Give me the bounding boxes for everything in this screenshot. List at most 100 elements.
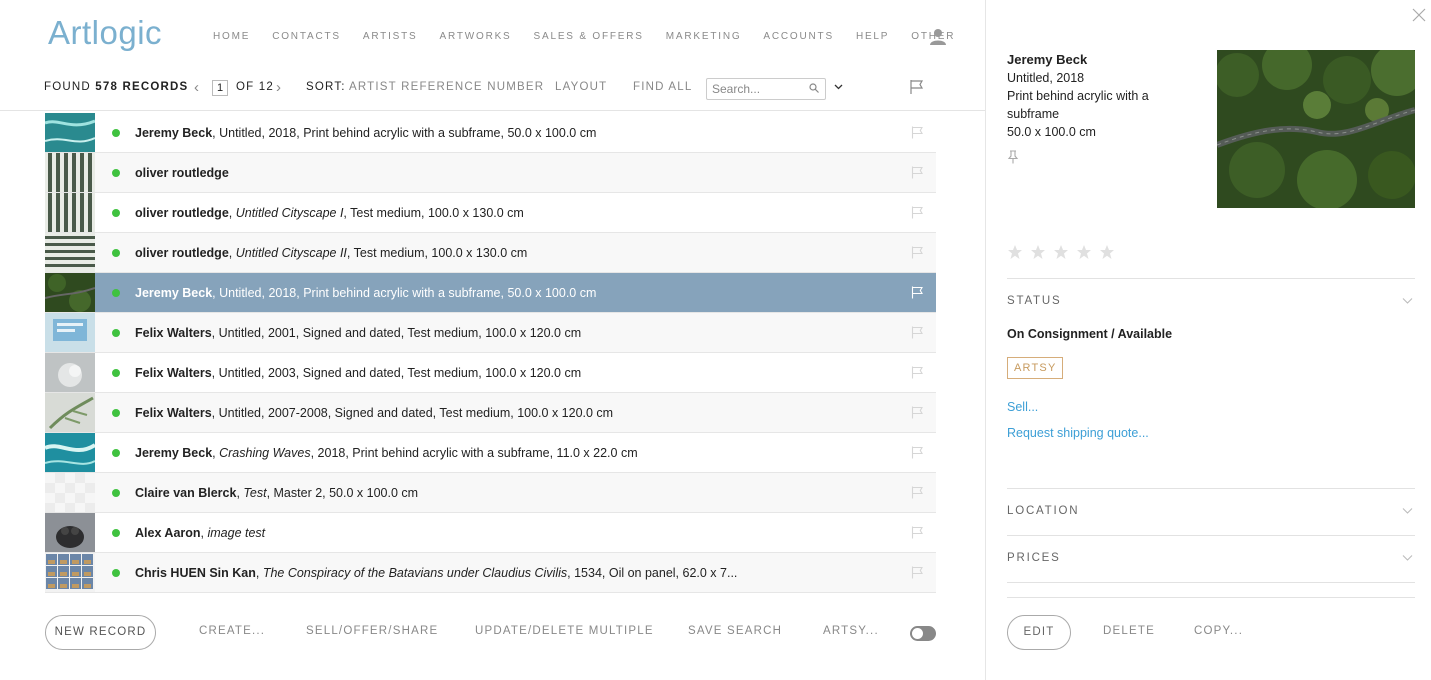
page-input[interactable]: 1 — [212, 80, 228, 96]
star-icon[interactable] — [1099, 244, 1115, 260]
artsy-toggle[interactable] — [910, 626, 936, 641]
status-dot — [112, 448, 120, 457]
search-icon[interactable] — [809, 83, 819, 93]
chevron-down-icon[interactable] — [1402, 554, 1413, 562]
record-thumbnail[interactable] — [45, 273, 95, 312]
record-thumbnail[interactable] — [45, 313, 95, 352]
record-thumbnail[interactable] — [45, 353, 95, 392]
status-dot — [112, 528, 120, 537]
sell-offer-share-button[interactable]: SELL/OFFER/SHARE — [306, 625, 438, 637]
location-section-title[interactable]: LOCATION — [1007, 505, 1079, 517]
flag-icon[interactable] — [911, 446, 924, 459]
star-icon[interactable] — [1053, 244, 1069, 260]
flag-icon[interactable] — [911, 286, 924, 299]
record-row[interactable]: Felix Walters, Untitled, 2007-2008, Sign… — [45, 393, 936, 433]
record-thumbnail[interactable] — [45, 433, 95, 472]
record-artist: Jeremy Beck — [135, 125, 213, 140]
save-search-button[interactable]: SAVE SEARCH — [688, 625, 782, 637]
prev-page-icon[interactable]: ‹ — [194, 79, 200, 96]
record-row[interactable]: Jeremy Beck, Untitled, 2018, Print behin… — [45, 113, 936, 153]
record-thumbnail[interactable] — [45, 153, 95, 192]
layout-button[interactable]: LAYOUT — [555, 81, 607, 93]
record-detail-panel: Jeremy Beck Untitled, 2018 Print behind … — [985, 0, 1431, 680]
record-artist: Alex Aaron — [135, 525, 201, 540]
record-details: , 2007-2008, Signed and dated, Test medi… — [261, 405, 614, 420]
search-input[interactable] — [707, 79, 802, 99]
flag-icon[interactable] — [911, 406, 924, 419]
record-artist: Felix Walters — [135, 405, 212, 420]
copy-button[interactable]: COPY... — [1194, 625, 1243, 637]
sell-link[interactable]: Sell... — [1007, 400, 1038, 414]
artsy-badge[interactable]: ARTSY — [1007, 357, 1064, 379]
record-description: Alex Aaron, image test — [135, 525, 266, 540]
record-row[interactable]: Jeremy Beck, Crashing Waves, 2018, Print… — [45, 433, 936, 473]
rating-stars[interactable] — [1007, 244, 1122, 260]
find-all-button[interactable]: FIND ALL — [633, 81, 692, 93]
create-button[interactable]: CREATE... — [199, 625, 265, 637]
flag-icon[interactable] — [911, 366, 924, 379]
user-icon[interactable] — [930, 28, 946, 45]
detail-dimensions: 50.0 x 100.0 cm — [1007, 125, 1096, 139]
star-icon[interactable] — [1076, 244, 1092, 260]
record-details: , 2018, Print behind acrylic with a subf… — [261, 285, 597, 300]
record-row[interactable]: oliver routledge — [45, 153, 936, 193]
record-thumbnail[interactable] — [45, 113, 95, 152]
nav-sales-offers[interactable]: SALES & OFFERS — [534, 31, 644, 42]
flag-icon[interactable] — [911, 206, 924, 219]
nav-home[interactable]: HOME — [213, 31, 250, 42]
flag-icon[interactable] — [911, 246, 924, 259]
record-row[interactable]: Felix Walters, Untitled, 2001, Signed an… — [45, 313, 936, 353]
record-row[interactable]: Jeremy Beck, Untitled, 2018, Print behin… — [45, 273, 936, 313]
sort-dropdown[interactable]: ARTIST REFERENCE NUMBER — [349, 81, 544, 93]
artwork-image[interactable] — [1217, 50, 1415, 208]
record-row[interactable]: Felix Walters, Untitled, 2003, Signed an… — [45, 353, 936, 393]
search-options-chevron-icon[interactable] — [834, 82, 843, 91]
edit-button[interactable]: EDIT — [1007, 615, 1071, 650]
star-icon[interactable] — [1030, 244, 1046, 260]
delete-button[interactable]: DELETE — [1103, 625, 1155, 637]
record-thumbnail[interactable] — [45, 473, 95, 512]
nav-contacts[interactable]: CONTACTS — [272, 31, 341, 42]
nav-artworks[interactable]: ARTWORKS — [440, 31, 512, 42]
record-title: image test — [207, 525, 266, 540]
record-row[interactable]: oliver routledge, Untitled Cityscape I, … — [45, 193, 936, 233]
record-thumbnail[interactable] — [45, 193, 95, 232]
record-artist: Jeremy Beck — [135, 445, 213, 460]
flag-icon[interactable] — [911, 126, 924, 139]
close-icon[interactable] — [1412, 8, 1426, 22]
record-artist: oliver routledge — [135, 205, 229, 220]
pin-icon[interactable] — [1007, 150, 1019, 164]
update-delete-multiple-button[interactable]: UPDATE/DELETE MULTIPLE — [475, 625, 654, 637]
nav-help[interactable]: HELP — [856, 31, 889, 42]
nav-artists[interactable]: ARTISTS — [363, 31, 418, 42]
record-row[interactable]: Claire van Blerck, Test, Master 2, 50.0 … — [45, 473, 936, 513]
status-section-title[interactable]: STATUS — [1007, 295, 1061, 307]
record-details: , 2003, Signed and dated, Test medium, 1… — [261, 365, 582, 380]
flag-icon[interactable] — [911, 526, 924, 539]
next-page-icon[interactable]: › — [276, 79, 282, 96]
flag-icon[interactable] — [911, 566, 924, 579]
prices-section-title[interactable]: PRICES — [1007, 552, 1061, 564]
flag-icon[interactable] — [911, 326, 924, 339]
record-thumbnail[interactable] — [45, 393, 95, 432]
nav-marketing[interactable]: MARKETING — [666, 31, 742, 42]
shipping-quote-link[interactable]: Request shipping quote... — [1007, 426, 1149, 440]
record-details: , Test medium, 100.0 x 130.0 cm — [343, 205, 524, 220]
detail-medium: Print behind acrylic with a subframe — [1007, 89, 1149, 121]
chevron-down-icon[interactable] — [1402, 507, 1413, 515]
record-thumbnail[interactable] — [45, 553, 95, 592]
new-record-button[interactable]: NEW RECORD — [45, 615, 156, 650]
record-row[interactable]: Chris HUEN Sin Kan, The Conspiracy of th… — [45, 553, 936, 593]
record-row[interactable]: Alex Aaron, image test — [45, 513, 936, 553]
chevron-down-icon[interactable] — [1402, 297, 1413, 305]
record-row[interactable]: oliver routledge, Untitled Cityscape II,… — [45, 233, 936, 273]
record-thumbnail[interactable] — [45, 513, 95, 552]
nav-accounts[interactable]: ACCOUNTS — [763, 31, 834, 42]
flag-icon[interactable] — [909, 79, 925, 95]
flag-icon[interactable] — [911, 486, 924, 499]
flag-icon[interactable] — [911, 166, 924, 179]
artlogic-logo[interactable]: Artlogic — [48, 14, 162, 52]
artsy-button[interactable]: ARTSY... — [823, 625, 879, 637]
star-icon[interactable] — [1007, 244, 1023, 260]
record-thumbnail[interactable] — [45, 233, 95, 272]
